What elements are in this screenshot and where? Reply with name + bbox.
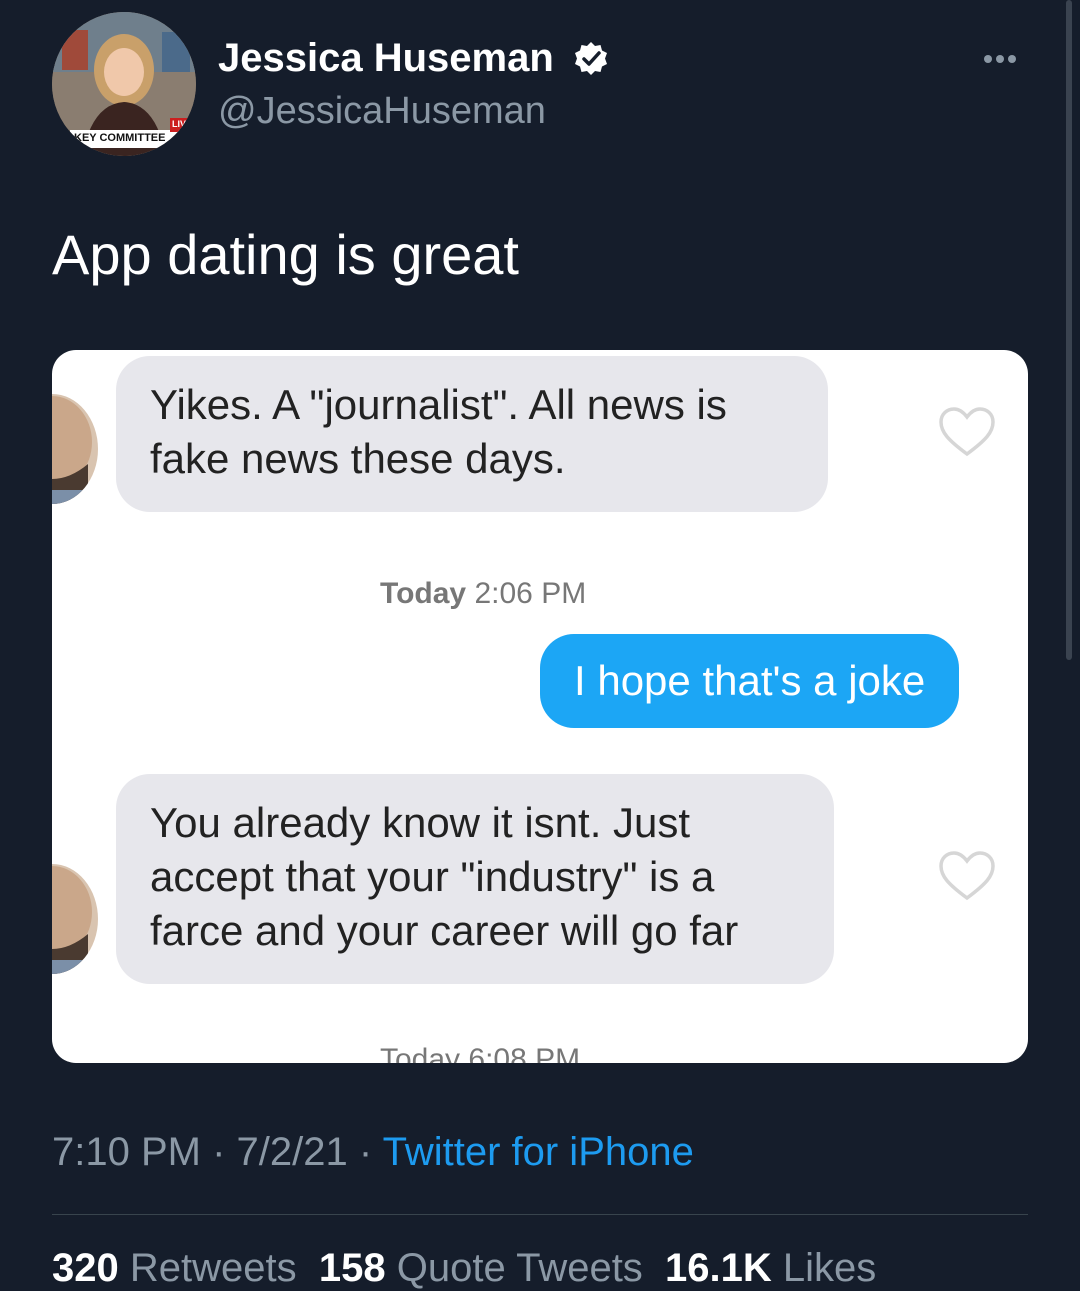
timestamp-1: Today 2:06 PM	[380, 577, 586, 611]
timestamp-2-partial: Today 6:08 PM	[380, 1043, 581, 1063]
heart-outline-icon[interactable]	[938, 850, 996, 902]
tweet-source-link[interactable]: Twitter for iPhone	[383, 1130, 694, 1174]
timestamp-day: Today	[380, 577, 467, 610]
tweet-meta: 7:10 PM · 7/2/21 · Twitter for iPhone	[52, 1130, 694, 1175]
likes-stat[interactable]: 16.1K Likes	[665, 1246, 876, 1290]
tweet-time: 7:10 PM	[52, 1130, 201, 1174]
contact-avatar	[52, 864, 98, 974]
retweets-label: Retweets	[129, 1246, 297, 1290]
tweet-stats: 320 Retweets 158 Quote Tweets 16.1K Like…	[52, 1246, 876, 1291]
meta-separator: ·	[358, 1130, 373, 1174]
display-name[interactable]: Jessica Huseman	[218, 36, 554, 81]
divider	[52, 1214, 1028, 1215]
contact-avatar	[52, 394, 98, 504]
message-incoming-2: You already know it isnt. Just accept th…	[116, 774, 834, 984]
likes-label: Likes	[782, 1246, 877, 1290]
quote-tweets-stat[interactable]: 158 Quote Tweets	[319, 1246, 643, 1290]
heart-outline-icon[interactable]	[938, 406, 996, 458]
timestamp-time: 2:06 PM	[474, 577, 587, 610]
retweets-count: 320	[52, 1246, 119, 1290]
quotes-count: 158	[318, 1246, 386, 1290]
tweet-date: 7/2/21	[236, 1130, 348, 1174]
scrollbar[interactable]	[1066, 0, 1072, 660]
retweets-stat[interactable]: 320 Retweets	[52, 1246, 297, 1290]
tweet-media-image[interactable]: Yikes. A "journalist". All news is fake …	[52, 350, 1028, 1063]
avatar[interactable]: KEY COMMITTEE LIVE	[52, 12, 196, 156]
user-handle[interactable]: @JessicaHuseman	[218, 90, 546, 133]
verified-badge-icon	[572, 40, 610, 78]
avatar-live-badge: LIVE	[172, 119, 193, 129]
message-incoming-1: Yikes. A "journalist". All news is fake …	[116, 356, 828, 512]
quotes-label: Quote Tweets	[396, 1246, 643, 1290]
tweet-text: App dating is great	[52, 223, 519, 286]
likes-count: 16.1K	[665, 1246, 772, 1290]
meta-separator: ·	[212, 1130, 226, 1174]
message-outgoing: I hope that's a joke	[540, 634, 960, 728]
avatar-caption: KEY COMMITTEE	[74, 132, 166, 144]
more-options-icon[interactable]	[984, 50, 1024, 66]
